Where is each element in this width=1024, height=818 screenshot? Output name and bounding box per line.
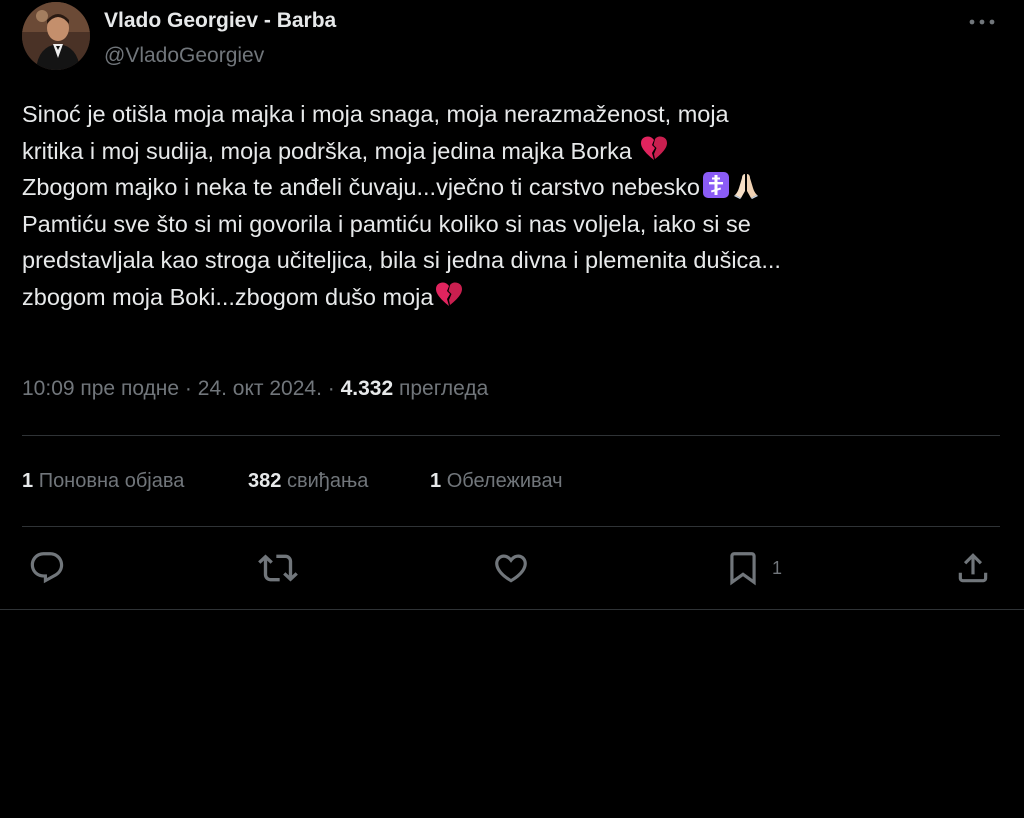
bookmarks-count: 1: [430, 470, 442, 492]
tweet-actions: 1: [0, 546, 1024, 596]
tweet-line: predstavljala kao stroga učiteljica, bil…: [22, 242, 1012, 279]
reposts-count: 1: [22, 470, 34, 492]
bookmark-icon: [730, 552, 756, 586]
tweet-time[interactable]: 10:09 пре подне: [22, 377, 179, 400]
more-options-button[interactable]: [962, 10, 1002, 34]
meta-separator: ·: [184, 377, 192, 400]
tweet-line: Zbogom majko i neka te anđeli čuvaju...v…: [22, 169, 1012, 206]
divider: [22, 435, 1000, 436]
broken-heart-icon: [436, 282, 463, 306]
reposts-label: Поновна објава: [38, 470, 185, 492]
tweet-meta: 10:09 пре подне · 24. окт 2024. · 4.332 …: [22, 374, 488, 404]
bookmark-count: 1: [772, 557, 783, 578]
likes-count: 382: [248, 470, 282, 492]
heart-icon: [495, 554, 527, 583]
divider: [22, 526, 1000, 527]
views-label: прегледа: [399, 377, 489, 400]
orthodox-cross-icon: [702, 172, 729, 198]
tweet-line-text: Sinoć je otišla moja majka i moja snaga,…: [22, 101, 729, 127]
like-button[interactable]: [492, 546, 530, 590]
tweet-line: Pamtiću sve što si mi govorila i pamtiću…: [22, 206, 1012, 243]
views-count: 4.332: [340, 377, 394, 400]
tweet-line-text: predstavljala kao stroga učiteljica, bil…: [22, 247, 781, 273]
share-icon: [958, 553, 988, 583]
bookmarks-stat[interactable]: 1 Обележивач: [430, 466, 563, 496]
tweet: Vlado Georgiev - Barba @VladoGeorgiev Si…: [0, 0, 1024, 610]
avatar[interactable]: [22, 2, 90, 70]
repost-button[interactable]: [258, 546, 298, 590]
meta-separator: ·: [327, 377, 335, 400]
tweet-line-text: Pamtiću sve što si mi govorila i pamtiću…: [22, 210, 751, 237]
tweet-text: Sinoć je otišla moja majka i moja snaga,…: [22, 96, 1012, 315]
reposts-stat[interactable]: 1 Поновна објава: [22, 466, 184, 496]
tweet-date[interactable]: 24. окт 2024.: [198, 377, 322, 400]
tweet-line: Sinoć je otišla moja majka i moja snaga,…: [22, 96, 1012, 133]
author-display-name[interactable]: Vlado Georgiev - Barba: [104, 8, 336, 34]
tweet-line-text: kritika i moj sudija, moja podrška, moja…: [22, 137, 632, 164]
more-icon: [969, 19, 995, 25]
reply-icon: [30, 552, 64, 584]
share-button[interactable]: [954, 546, 992, 590]
repost-icon: [258, 554, 298, 582]
tweet-line-text: Zbogom majko i neka te anđeli čuvaju...v…: [22, 174, 700, 200]
likes-stat[interactable]: 382 свиђања: [248, 466, 368, 496]
bookmark-button[interactable]: 1: [724, 546, 782, 590]
folded-hands-icon: [733, 174, 758, 199]
tweet-line: zbogom moja Boki...zbogom dušo moja: [22, 279, 1012, 316]
tweet-header: Vlado Georgiev - Barba @VladoGeorgiev: [22, 2, 1002, 72]
reply-button[interactable]: [28, 546, 66, 590]
author-info: Vlado Georgiev - Barba @VladoGeorgiev: [104, 8, 336, 70]
tweet-line: kritika i moj sudija, moja podrška, moja…: [22, 133, 1012, 170]
likes-label: свиђања: [286, 470, 369, 492]
bookmarks-label: Обележивач: [446, 470, 563, 492]
author-handle[interactable]: @VladoGeorgiev: [104, 42, 336, 70]
tweet-line-text: zbogom moja Boki...zbogom dušo moja: [22, 283, 434, 310]
broken-heart-icon: [641, 136, 668, 160]
